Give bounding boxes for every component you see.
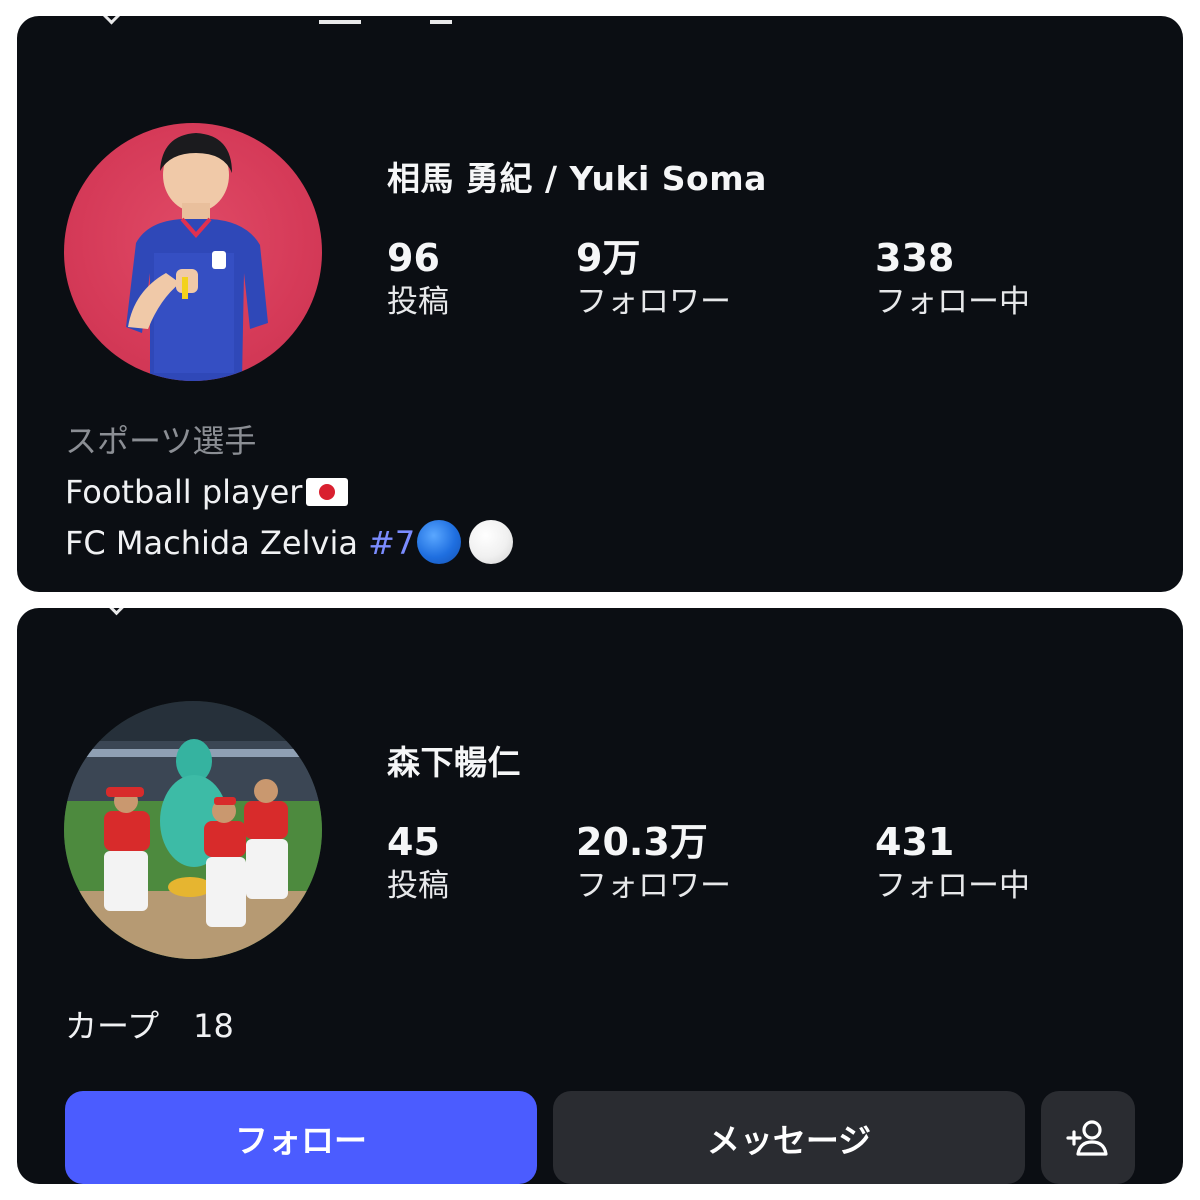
stat-followers[interactable]: 9万 フォロワー: [576, 236, 731, 324]
bio-number: 18: [193, 1007, 234, 1045]
avatar[interactable]: [64, 123, 322, 381]
follow-button[interactable]: フォロー: [65, 1091, 537, 1184]
stat-followers[interactable]: 20.3万 フォロワー: [576, 820, 731, 908]
stat-followers-value: 20.3万: [576, 820, 708, 864]
stat-following-value: 338: [875, 236, 955, 280]
stat-posts-value: 45: [387, 820, 440, 864]
white-circle-icon: [469, 520, 514, 564]
profile-name: 相馬 勇紀 / Yuki Soma: [387, 159, 767, 198]
profile-card-soma: 相馬 勇紀 / Yuki Soma 96 投稿 9万 フォロワー 338 フォロ…: [17, 16, 1183, 592]
bio-line-2-text: FC Machida Zelvia: [65, 524, 369, 562]
avatar[interactable]: [64, 701, 322, 959]
stat-following-label: フォロー中: [875, 868, 1030, 904]
stat-following[interactable]: 338 フォロー中: [875, 236, 1030, 324]
stat-posts-label: 投稿: [387, 284, 449, 320]
profile-name: 森下暢仁: [387, 743, 521, 782]
stat-followers-label: フォロワー: [576, 868, 731, 904]
header-fragment: [430, 20, 452, 24]
bio-line-2: FC Machida Zelvia #7: [65, 518, 514, 569]
stat-followers-value: 9万: [576, 236, 641, 280]
bio-category: スポーツ選手: [65, 422, 257, 460]
stat-following[interactable]: 431 フォロー中: [875, 820, 1030, 908]
bio-line-1-text: Football player: [65, 473, 303, 511]
stat-posts[interactable]: 45 投稿: [387, 820, 449, 908]
bio: スポーツ選手 Football player FC Machida Zelvia…: [65, 416, 514, 569]
japan-flag-icon: [306, 478, 349, 506]
profile-card-morishita: 森下暢仁 45 投稿 20.3万 フォロワー 431 フォロー中 カープ 18 フ…: [17, 608, 1183, 1184]
header-fragment: [319, 20, 361, 24]
stat-posts[interactable]: 96 投稿: [387, 236, 449, 324]
stat-following-value: 431: [875, 820, 955, 864]
bio-line-1: カープ 18: [65, 1001, 234, 1052]
back-chevron-icon[interactable]: [97, 16, 123, 24]
add-person-button[interactable]: [1041, 1091, 1135, 1184]
bio: カープ 18: [65, 1001, 234, 1052]
stat-following-label: フォロー中: [875, 284, 1030, 320]
stat-posts-label: 投稿: [387, 868, 449, 904]
back-chevron-icon[interactable]: [105, 608, 125, 610]
bio-line-1: Football player: [65, 467, 513, 518]
stat-posts-value: 96: [387, 236, 440, 280]
stat-followers-label: フォロワー: [576, 284, 731, 320]
person-add-icon: [1066, 1119, 1108, 1156]
message-button[interactable]: メッセージ: [553, 1091, 1025, 1184]
hashtag-link[interactable]: #7: [368, 524, 415, 562]
blue-circle-icon: [417, 520, 462, 564]
bio-text: カープ: [65, 1007, 160, 1045]
